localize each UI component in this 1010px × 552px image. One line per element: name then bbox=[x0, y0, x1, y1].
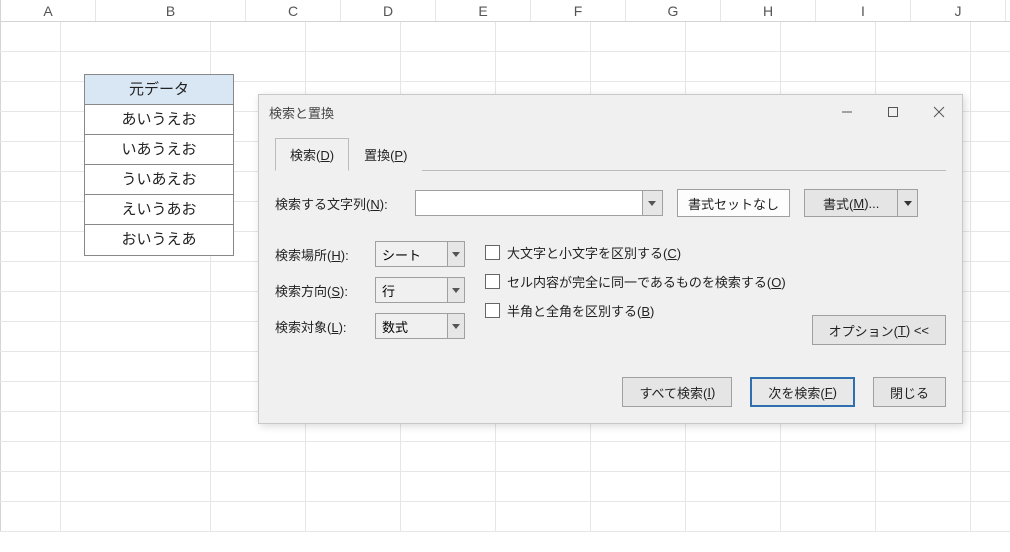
table-row[interactable]: えいうあお bbox=[85, 195, 233, 225]
format-button[interactable]: 書式(M)... bbox=[804, 189, 898, 217]
col-header-E[interactable]: E bbox=[436, 0, 531, 21]
table-row[interactable]: いあうえお bbox=[85, 135, 233, 165]
table-row[interactable]: ういあえお bbox=[85, 165, 233, 195]
column-headers: A B C D E F G H I J K bbox=[0, 0, 1010, 22]
chevron-down-icon[interactable] bbox=[447, 314, 464, 338]
within-value bbox=[376, 242, 447, 266]
chevron-down-icon[interactable] bbox=[447, 278, 464, 302]
find-replace-dialog: 検索と置換 検索(D) 置換(P) 検索する文字列(N): bbox=[258, 94, 963, 424]
look-in-value bbox=[376, 314, 447, 338]
col-header-A[interactable]: A bbox=[1, 0, 96, 21]
match-case-label: 大文字と小文字を区別する(C) bbox=[507, 243, 681, 262]
find-all-button[interactable]: すべて検索(I) bbox=[622, 377, 732, 407]
find-what-input[interactable] bbox=[416, 191, 642, 215]
search-direction-select[interactable] bbox=[375, 277, 465, 303]
match-case-checkbox[interactable] bbox=[485, 245, 500, 260]
table-header-cell[interactable]: 元データ bbox=[85, 75, 233, 105]
options-button[interactable]: オプション(T) << bbox=[812, 315, 946, 345]
within-select[interactable] bbox=[375, 241, 465, 267]
format-preview: 書式セットなし bbox=[677, 189, 790, 217]
table-row[interactable]: あいうえお bbox=[85, 105, 233, 135]
col-header-C[interactable]: C bbox=[246, 0, 341, 21]
close-button[interactable] bbox=[916, 96, 962, 128]
data-table: 元データ あいうえお いあうえお ういあえお えいうあお おいうえあ bbox=[84, 74, 234, 256]
within-label: 検索場所(H): bbox=[275, 245, 375, 264]
col-header-K[interactable]: K bbox=[1006, 0, 1010, 21]
col-header-F[interactable]: F bbox=[531, 0, 626, 21]
search-direction-label: 検索方向(S): bbox=[275, 281, 375, 300]
search-direction-value bbox=[376, 278, 447, 302]
match-entire-cell-checkbox[interactable] bbox=[485, 274, 500, 289]
col-header-D[interactable]: D bbox=[341, 0, 436, 21]
col-header-G[interactable]: G bbox=[626, 0, 721, 21]
look-in-select[interactable] bbox=[375, 313, 465, 339]
chevron-down-icon[interactable] bbox=[447, 242, 464, 266]
chevron-down-icon[interactable] bbox=[642, 191, 662, 215]
look-in-label: 検索対象(L): bbox=[275, 317, 375, 336]
tab-find[interactable]: 検索(D) bbox=[275, 138, 349, 171]
match-byte-checkbox[interactable] bbox=[485, 303, 500, 318]
format-dropdown-icon[interactable] bbox=[898, 189, 918, 217]
find-what-label: 検索する文字列(N): bbox=[275, 194, 415, 213]
maximize-button[interactable] bbox=[870, 96, 916, 128]
close-dialog-button[interactable]: 閉じる bbox=[873, 377, 946, 407]
tab-replace[interactable]: 置換(P) bbox=[349, 138, 422, 171]
find-next-button[interactable]: 次を検索(F) bbox=[750, 377, 855, 407]
dialog-titlebar[interactable]: 検索と置換 bbox=[259, 95, 962, 129]
minimize-button[interactable] bbox=[824, 96, 870, 128]
find-what-combo[interactable] bbox=[415, 190, 663, 216]
col-header-J[interactable]: J bbox=[911, 0, 1006, 21]
match-entire-cell-label: セル内容が完全に同一であるものを検索する(O) bbox=[507, 272, 786, 291]
dialog-tabs: 検索(D) 置換(P) bbox=[275, 137, 946, 171]
col-header-B[interactable]: B bbox=[96, 0, 246, 21]
col-header-I[interactable]: I bbox=[816, 0, 911, 21]
table-row[interactable]: おいうえあ bbox=[85, 225, 233, 255]
match-byte-label: 半角と全角を区別する(B) bbox=[507, 301, 654, 320]
dialog-title: 検索と置換 bbox=[269, 103, 334, 122]
col-header-H[interactable]: H bbox=[721, 0, 816, 21]
